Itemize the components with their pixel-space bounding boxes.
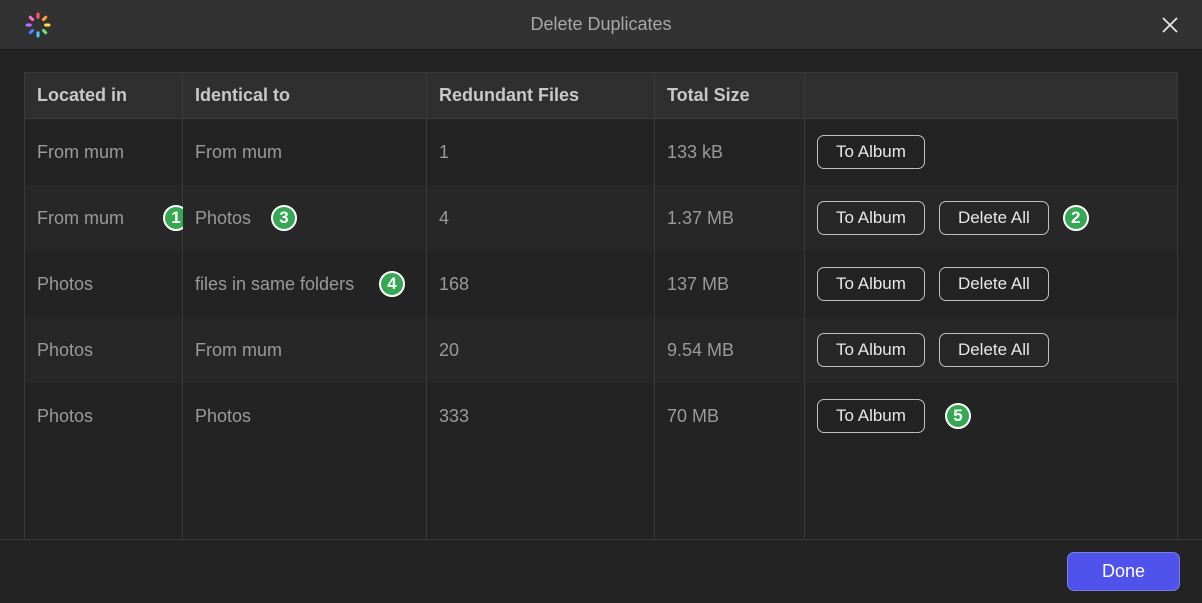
cell-total-size: 1.37 MB — [655, 185, 805, 251]
cell-located-in: From mum 1 — [25, 185, 183, 251]
to-album-button[interactable]: To Album — [817, 333, 925, 367]
footer: Done — [0, 539, 1202, 603]
table-row: Photos Photos 333 70 MB To Album 5 — [25, 383, 1177, 449]
cell-identical-to: Photos 3 — [183, 185, 427, 251]
cell-redundant: 4 — [427, 185, 655, 251]
cell-identical-to: Photos — [183, 383, 427, 449]
annotation-marker: 4 — [379, 271, 405, 297]
cell-text: Photos — [195, 208, 251, 228]
cell-identical-to: From mum — [183, 119, 427, 185]
delete-all-button[interactable]: Delete All — [939, 333, 1049, 367]
annotation-marker: 2 — [1063, 205, 1089, 231]
cell-located-in: Photos — [25, 317, 183, 383]
cell-redundant: 20 — [427, 317, 655, 383]
to-album-button[interactable]: To Album — [817, 399, 925, 433]
cell-total-size: 9.54 MB — [655, 317, 805, 383]
to-album-button[interactable]: To Album — [817, 135, 925, 169]
cell-text: files in same folders — [195, 274, 354, 294]
close-icon — [1161, 16, 1179, 34]
header-total-size: Total Size — [655, 73, 805, 119]
header-identical-to: Identical to — [183, 73, 427, 119]
content-area: Located in Identical to Redundant Files … — [0, 50, 1202, 580]
header-actions — [805, 73, 1177, 119]
table-row: Photos files in same folders 4 168 137 M… — [25, 251, 1177, 317]
cell-actions: To Album Delete All 2 — [805, 185, 1177, 251]
table-row: From mum From mum 1 133 kB To Album — [25, 119, 1177, 185]
app-logo-icon — [24, 11, 52, 39]
cell-identical-to: files in same folders 4 — [183, 251, 427, 317]
window-title: Delete Duplicates — [0, 14, 1202, 35]
cell-located-in: From mum — [25, 119, 183, 185]
cell-redundant: 168 — [427, 251, 655, 317]
done-button[interactable]: Done — [1067, 552, 1180, 591]
cell-redundant: 333 — [427, 383, 655, 449]
cell-actions: To Album 5 — [805, 383, 1177, 449]
table-row: Photos From mum 20 9.54 MB To Album Dele… — [25, 317, 1177, 383]
cell-total-size: 70 MB — [655, 383, 805, 449]
cell-located-in: Photos — [25, 251, 183, 317]
close-button[interactable] — [1158, 13, 1182, 37]
duplicates-table: Located in Identical to Redundant Files … — [24, 72, 1178, 580]
annotation-marker: 5 — [945, 403, 971, 429]
cell-actions: To Album — [805, 119, 1177, 185]
table-header-row: Located in Identical to Redundant Files … — [25, 73, 1177, 119]
cell-text: From mum — [37, 208, 124, 228]
cell-redundant: 1 — [427, 119, 655, 185]
annotation-marker: 3 — [271, 205, 297, 231]
header-redundant-files: Redundant Files — [427, 73, 655, 119]
delete-all-button[interactable]: Delete All — [939, 201, 1049, 235]
header-located-in: Located in — [25, 73, 183, 119]
delete-all-button[interactable]: Delete All — [939, 267, 1049, 301]
to-album-button[interactable]: To Album — [817, 267, 925, 301]
table-row: From mum 1 Photos 3 4 1.37 MB To Album D… — [25, 185, 1177, 251]
cell-actions: To Album Delete All — [805, 251, 1177, 317]
cell-actions: To Album Delete All — [805, 317, 1177, 383]
titlebar: Delete Duplicates — [0, 0, 1202, 50]
cell-total-size: 137 MB — [655, 251, 805, 317]
cell-total-size: 133 kB — [655, 119, 805, 185]
to-album-button[interactable]: To Album — [817, 201, 925, 235]
cell-located-in: Photos — [25, 383, 183, 449]
cell-identical-to: From mum — [183, 317, 427, 383]
